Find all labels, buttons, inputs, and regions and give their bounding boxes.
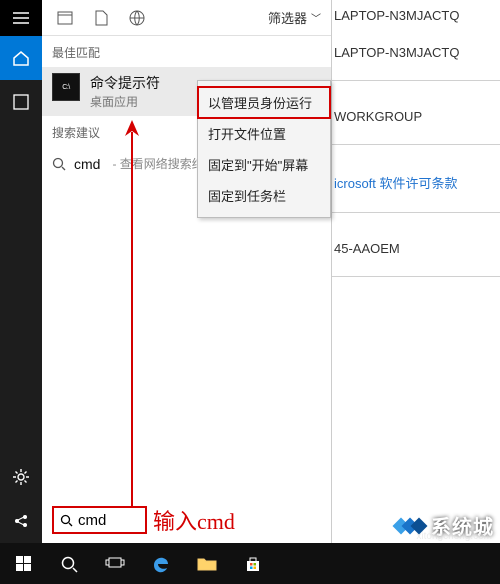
document-icon: [95, 10, 108, 26]
explorer-button[interactable]: [184, 543, 230, 584]
bg-line: LAPTOP-N3MJACTQ: [332, 4, 500, 41]
annotation-text: 输入cmd: [153, 504, 235, 536]
divider: [332, 276, 500, 299]
taskview-icon: [105, 557, 125, 571]
tab-web[interactable]: [120, 4, 154, 32]
share-icon: [13, 513, 29, 529]
ctx-pin-taskbar[interactable]: 固定到任务栏: [198, 180, 330, 211]
search-icon: [52, 157, 66, 171]
edge-icon: [152, 555, 170, 573]
license-link[interactable]: icrosoft 软件许可条款: [332, 169, 500, 210]
hamburger-button[interactable]: [0, 0, 42, 36]
chevron-down-icon: ﹀: [311, 10, 321, 25]
home-button[interactable]: [0, 36, 42, 80]
start-button[interactable]: [0, 543, 46, 584]
globe-icon: [129, 10, 145, 26]
search-tabs-row: 筛选器 ﹀: [42, 0, 331, 36]
filter-dropdown[interactable]: 筛选器 ﹀: [264, 8, 325, 27]
divider: [332, 144, 500, 167]
cmd-thumb-icon: C:\: [52, 73, 80, 101]
hamburger-icon: [13, 12, 29, 24]
folder-icon: [197, 556, 217, 571]
background-info: LAPTOP-N3MJACTQ LAPTOP-N3MJACTQ WORKGROU…: [332, 4, 500, 301]
taskview-button[interactable]: [92, 543, 138, 584]
taskbar-search-button[interactable]: [46, 543, 92, 584]
bg-line: 45-AAOEM: [332, 237, 500, 274]
result-subtitle: 桌面应用: [90, 93, 160, 110]
tab-documents[interactable]: [84, 4, 118, 32]
best-match-label: 最佳匹配: [42, 36, 331, 67]
ctx-run-as-admin[interactable]: 以管理员身份运行: [198, 87, 330, 118]
watermark-logo-icon: [398, 520, 425, 532]
bg-line: LAPTOP-N3MJACTQ: [332, 41, 500, 78]
bg-line: WORKGROUP: [332, 105, 500, 142]
apps-button[interactable]: [0, 80, 42, 124]
divider: [332, 212, 500, 235]
windows-logo-icon: [16, 556, 31, 571]
search-icon: [60, 514, 73, 527]
gear-icon: [12, 468, 30, 486]
search-icon: [60, 555, 78, 573]
taskbar-search-box[interactable]: [52, 506, 147, 534]
filter-label: 筛选器: [268, 8, 307, 27]
context-menu: 以管理员身份运行 打开文件位置 固定到"开始"屏幕 固定到任务栏: [197, 80, 331, 218]
home-icon: [12, 49, 30, 67]
ctx-open-file-location[interactable]: 打开文件位置: [198, 118, 330, 149]
share-button[interactable]: [0, 499, 42, 543]
window-icon: [57, 11, 73, 25]
result-title: 命令提示符: [90, 73, 160, 93]
divider: [332, 80, 500, 103]
ctx-pin-start[interactable]: 固定到"开始"屏幕: [198, 149, 330, 180]
suggestion-query: cmd: [74, 156, 100, 172]
search-input[interactable]: [78, 512, 136, 529]
box-icon: [13, 94, 29, 110]
store-icon: [244, 555, 262, 573]
taskbar: [0, 543, 500, 584]
store-button[interactable]: [230, 543, 276, 584]
settings-button[interactable]: [0, 455, 42, 499]
edge-button[interactable]: [138, 543, 184, 584]
watermark-sub: xitongcheng.com: [416, 531, 492, 542]
system-sidebar: [0, 0, 42, 543]
tab-apps[interactable]: [48, 4, 82, 32]
